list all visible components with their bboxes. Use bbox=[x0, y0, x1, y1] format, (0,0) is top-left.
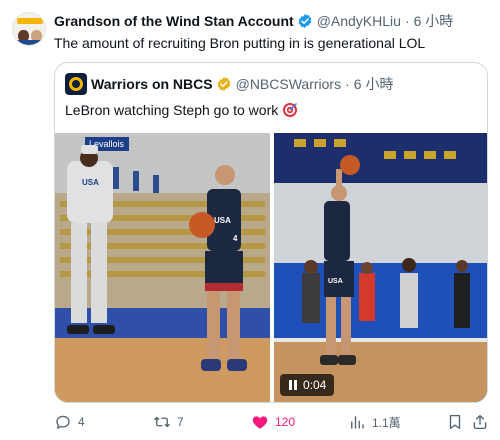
quoted-author-handle: @NBCSWarriors bbox=[235, 76, 342, 92]
gold-verified-badge-icon bbox=[217, 77, 230, 91]
quoted-author-name: Warriors on NBCS bbox=[91, 76, 213, 92]
views-button[interactable]: 1.1萬 bbox=[348, 412, 401, 432]
repost-icon bbox=[154, 416, 170, 428]
video-duration-pill[interactable]: 0:04 bbox=[280, 374, 335, 396]
author-avatar[interactable] bbox=[12, 12, 46, 46]
quoted-tweet[interactable]: Warriors on NBCS @NBCSWarriors · 6 小時 Le… bbox=[54, 62, 488, 403]
quoted-separator-dot: · bbox=[345, 76, 350, 92]
author-name[interactable]: Grandson of the Wind Stan Account bbox=[54, 13, 294, 29]
photo-lebron-watching-steph[interactable]: Levallois USA USA 4 bbox=[55, 133, 270, 402]
repost-count: 7 bbox=[177, 415, 184, 429]
analytics-icon bbox=[351, 416, 364, 429]
like-button[interactable]: 120 bbox=[251, 412, 295, 432]
share-button[interactable] bbox=[471, 412, 489, 432]
quoted-tweet-text: LeBron watching Steph go to work bbox=[65, 102, 279, 118]
quoted-author-avatar bbox=[65, 73, 87, 95]
quoted-timestamp: 6 小時 bbox=[353, 76, 394, 92]
media-grid: Levallois USA USA 4 USA 0:04 bbox=[55, 133, 487, 402]
video-duration: 0:04 bbox=[303, 378, 327, 392]
heart-filled-icon bbox=[252, 416, 268, 429]
steph-jersey-number: 4 bbox=[233, 234, 238, 243]
reply-icon bbox=[56, 415, 70, 430]
lebron-jersey-text: USA bbox=[82, 178, 99, 187]
video-thumbnail-illustration: USA bbox=[274, 133, 487, 402]
tweet-timestamp[interactable]: 6 小時 bbox=[414, 11, 454, 31]
like-count: 120 bbox=[275, 415, 296, 429]
bookmark-icon bbox=[449, 414, 461, 430]
action-bar: 4 7 120 1.1萬 bbox=[54, 412, 488, 432]
verified-badge-icon bbox=[298, 14, 312, 28]
repost-button[interactable]: 7 bbox=[153, 412, 184, 432]
steph-jersey-text: USA bbox=[214, 216, 231, 225]
video-steph-shooting[interactable]: USA 0:04 bbox=[274, 133, 487, 402]
share-icon bbox=[473, 414, 487, 430]
reply-count: 4 bbox=[78, 415, 85, 429]
photo-illustration: Levallois USA USA 4 bbox=[55, 133, 270, 402]
bookmark-button[interactable] bbox=[446, 412, 464, 432]
quoted-tweet-header: Warriors on NBCS @NBCSWarriors · 6 小時 bbox=[91, 74, 393, 94]
view-count: 1.1萬 bbox=[372, 415, 401, 430]
video-jersey-text: USA bbox=[328, 278, 343, 285]
tweet-text: The amount of recruiting Bron putting in… bbox=[54, 35, 426, 51]
pause-icon[interactable] bbox=[288, 380, 298, 390]
separator-dot: · bbox=[404, 13, 410, 29]
tweet[interactable]: Grandson of the Wind Stan Account @AndyK… bbox=[0, 0, 500, 440]
tweet-header: Grandson of the Wind Stan Account @AndyK… bbox=[54, 11, 453, 31]
reply-button[interactable]: 4 bbox=[54, 412, 85, 432]
quoted-tweet-text-row: LeBron watching Steph go to work bbox=[65, 102, 298, 118]
direct-hit-target-icon bbox=[283, 103, 298, 117]
author-handle[interactable]: @AndyKHLiu bbox=[317, 13, 401, 29]
